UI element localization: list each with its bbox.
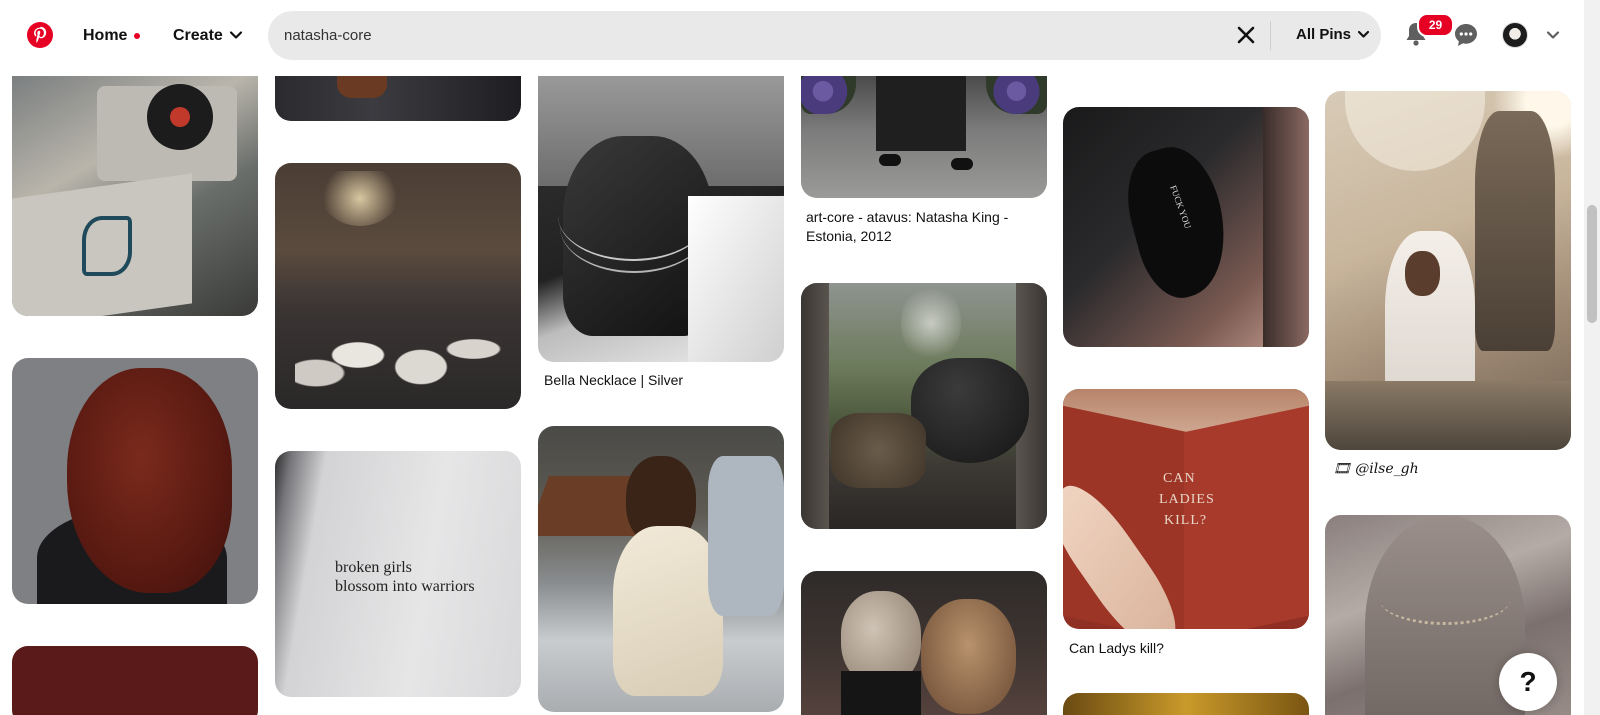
- pin-image-red-hair[interactable]: [12, 358, 258, 604]
- pin-caption[interactable]: 🎞 @ilse_gh: [1333, 460, 1419, 479]
- pin-image-vinyl-records[interactable]: [12, 76, 258, 316]
- pin-filter-dropdown[interactable]: All Pins: [1296, 26, 1370, 43]
- pin-caption[interactable]: Can Ladys kill?: [1069, 639, 1164, 658]
- book-title-line-3: KILL?: [1164, 513, 1208, 528]
- search-divider: [1270, 21, 1271, 50]
- help-button[interactable]: ?: [1499, 653, 1557, 711]
- pin-image-phantom-masks[interactable]: [801, 571, 1047, 715]
- pin-image-ballroom[interactable]: [275, 163, 521, 409]
- pin-filter-label: All Pins: [1296, 26, 1352, 43]
- book-quote-line-1: broken girls: [335, 559, 412, 576]
- pin-image-red-book[interactable]: CAN LADIES KILL?: [1063, 389, 1309, 629]
- pin-caption[interactable]: Bella Necklace | Silver: [544, 371, 683, 390]
- book-title-line-1: CAN: [1163, 471, 1196, 486]
- nav-create-menu[interactable]: Create: [173, 27, 223, 45]
- book-title-line-2: LADIES: [1159, 492, 1215, 507]
- chevron-down-icon: [1357, 30, 1370, 38]
- pin-image-baroque-balcony[interactable]: [1325, 91, 1571, 450]
- notification-count-badge: 29: [1417, 13, 1454, 37]
- pin-image-wedding-walk[interactable]: [801, 76, 1047, 198]
- pin-image-dark-red[interactable]: [12, 646, 258, 715]
- chevron-down-icon[interactable]: [229, 28, 243, 42]
- top-navigation-bar: Home Create All Pins 29: [0, 0, 1584, 74]
- chevron-down-icon[interactable]: [1546, 28, 1560, 42]
- pin-image-necklace[interactable]: [538, 76, 784, 362]
- pin-image-heel[interactable]: FUCK YOU: [1063, 107, 1309, 347]
- search-bar: All Pins: [268, 11, 1381, 60]
- messages-icon[interactable]: [1453, 22, 1479, 48]
- pin-image-boat-couple[interactable]: [538, 426, 784, 712]
- home-update-dot: [134, 33, 140, 39]
- pin-caption[interactable]: art-core - atavus: Natasha King - Estoni…: [806, 208, 1038, 246]
- page-scrollbar-thumb[interactable]: [1587, 205, 1597, 323]
- pin-image-cauldron[interactable]: [801, 283, 1047, 529]
- pin-image-dark-top[interactable]: [275, 76, 521, 121]
- close-icon[interactable]: [1236, 25, 1256, 45]
- pin-image-gold[interactable]: [1063, 693, 1309, 715]
- page-scrollbar-track[interactable]: [1584, 0, 1600, 715]
- book-quote-line-2: blossom into warriors: [335, 578, 475, 595]
- pin-image-book-quote[interactable]: broken girls blossom into warriors: [275, 451, 521, 697]
- nav-home-link[interactable]: Home: [83, 27, 127, 45]
- pinterest-logo-icon[interactable]: [27, 22, 53, 48]
- user-avatar[interactable]: [1502, 22, 1528, 48]
- search-input[interactable]: [284, 11, 1184, 60]
